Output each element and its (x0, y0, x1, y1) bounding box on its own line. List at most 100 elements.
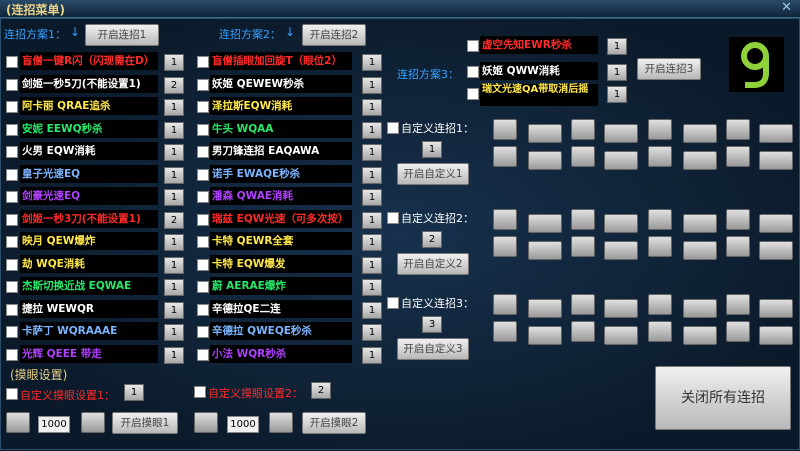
custom-combo-key-slot[interactable] (726, 119, 750, 140)
scheme1-checkbox[interactable] (6, 258, 18, 271)
custom-combo-key-slot[interactable] (528, 214, 562, 233)
custom-combo-checkbox[interactable] (387, 122, 399, 134)
custom-combo-key-slot[interactable] (604, 241, 638, 260)
eye-set2-key-a[interactable] (194, 412, 218, 433)
eye-set1-key-a[interactable] (6, 412, 30, 433)
scheme2-row-value[interactable]: 1 (362, 324, 382, 341)
custom-combo-key-slot[interactable] (493, 119, 517, 140)
scheme2-checkbox[interactable] (197, 326, 209, 338)
custom-combo-key-slot[interactable] (759, 124, 793, 143)
scheme1-row-value[interactable]: 2 (164, 76, 184, 94)
custom-combo-key-slot[interactable] (683, 299, 717, 318)
eye-set1-checkbox[interactable] (6, 388, 18, 400)
custom-combo-key-slot[interactable] (648, 321, 672, 342)
scheme2-row-value[interactable]: 1 (362, 234, 382, 251)
scheme1-row-value[interactable]: 1 (164, 324, 184, 341)
custom-combo-key-slot[interactable] (759, 299, 793, 318)
enable-combo3-button[interactable]: 开启连招3 (637, 58, 701, 80)
custom-combo-value[interactable]: 2 (422, 231, 442, 248)
scheme3-row-value[interactable]: 1 (607, 86, 627, 103)
custom-combo-key-slot[interactable] (528, 151, 562, 170)
custom-combo-key-slot[interactable] (604, 214, 638, 233)
scheme1-checkbox[interactable] (6, 236, 18, 248)
scheme3-row-value[interactable]: 1 (607, 38, 627, 55)
eye-set1-value[interactable]: 1 (124, 384, 144, 401)
enable-custom-combo-button[interactable]: 开启自定义3 (397, 338, 469, 360)
scheme2-row-value[interactable]: 1 (362, 54, 382, 71)
scheme2-row-value[interactable]: 1 (362, 121, 382, 139)
scheme3-row-value[interactable]: 1 (607, 64, 627, 81)
scheme1-row-value[interactable]: 1 (164, 234, 184, 251)
custom-combo-key-slot[interactable] (726, 209, 750, 230)
scheme2-row-value[interactable]: 1 (362, 301, 382, 319)
custom-combo-key-slot[interactable] (571, 119, 595, 140)
custom-combo-key-slot[interactable] (648, 146, 672, 167)
scheme2-row-value[interactable]: 1 (362, 211, 382, 229)
scheme1-row-value[interactable]: 2 (164, 211, 184, 229)
scheme1-checkbox[interactable] (6, 348, 18, 361)
custom-combo-key-slot[interactable] (648, 209, 672, 230)
custom-combo-key-slot[interactable] (683, 326, 717, 345)
custom-combo-key-slot[interactable] (759, 326, 793, 345)
scheme1-checkbox[interactable] (6, 168, 18, 181)
custom-combo-checkbox[interactable] (387, 297, 399, 309)
custom-combo-key-slot[interactable] (648, 236, 672, 257)
custom-combo-checkbox[interactable] (387, 212, 399, 224)
enable-custom-combo-button[interactable]: 开启自定义1 (397, 163, 469, 185)
close-all-combos-button[interactable]: 关闭所有连招 (655, 366, 791, 430)
custom-combo-key-slot[interactable] (571, 146, 595, 167)
custom-combo-key-slot[interactable] (493, 294, 517, 315)
scheme2-checkbox[interactable] (197, 213, 209, 226)
custom-combo-key-slot[interactable] (726, 236, 750, 257)
scheme2-row-value[interactable]: 1 (362, 256, 382, 274)
custom-combo-key-slot[interactable] (726, 321, 750, 342)
enable-eye1-button[interactable]: 开启摸眼1 (112, 412, 178, 434)
custom-combo-key-slot[interactable] (726, 146, 750, 167)
scheme2-row-value[interactable]: 1 (362, 166, 382, 184)
scheme1-row-value[interactable]: 1 (164, 144, 184, 161)
scheme1-checkbox[interactable] (6, 303, 18, 316)
scheme1-checkbox[interactable] (6, 56, 18, 68)
scheme2-checkbox[interactable] (197, 303, 209, 316)
scheme2-checkbox[interactable] (197, 123, 209, 136)
custom-combo-key-slot[interactable] (683, 151, 717, 170)
custom-combo-key-slot[interactable] (759, 151, 793, 170)
scheme1-row-value[interactable]: 1 (164, 346, 184, 364)
eye-set2-delay-input[interactable]: 1000 (227, 416, 259, 433)
scheme2-row-value[interactable]: 1 (362, 76, 382, 94)
scheme2-checkbox[interactable] (197, 101, 209, 113)
eye-set2-value[interactable]: 2 (311, 382, 331, 399)
eye-set1-key-b[interactable] (81, 412, 105, 433)
eye-set2-checkbox[interactable] (194, 386, 206, 398)
scheme2-row-value[interactable]: 1 (362, 189, 382, 206)
custom-combo-key-slot[interactable] (604, 326, 638, 345)
custom-combo-key-slot[interactable] (726, 294, 750, 315)
scheme1-row-value[interactable]: 1 (164, 166, 184, 184)
scheme3-checkbox[interactable] (467, 66, 479, 78)
eye-set2-key-b[interactable] (269, 412, 293, 433)
custom-combo-key-slot[interactable] (528, 241, 562, 260)
scheme2-checkbox[interactable] (197, 281, 209, 293)
custom-combo-key-slot[interactable] (759, 241, 793, 260)
scheme1-row-value[interactable]: 1 (164, 121, 184, 139)
custom-combo-key-slot[interactable] (604, 124, 638, 143)
scheme1-row-value[interactable]: 1 (164, 99, 184, 116)
scheme1-row-value[interactable]: 1 (164, 301, 184, 319)
scheme2-checkbox[interactable] (197, 258, 209, 271)
custom-combo-key-slot[interactable] (648, 119, 672, 140)
custom-combo-key-slot[interactable] (493, 321, 517, 342)
custom-combo-key-slot[interactable] (528, 124, 562, 143)
scheme2-checkbox[interactable] (197, 236, 209, 248)
enable-eye2-button[interactable]: 开启摸眼2 (302, 412, 366, 434)
scheme2-row-value[interactable]: 1 (362, 99, 382, 116)
custom-combo-key-slot[interactable] (571, 321, 595, 342)
enable-combo1-button[interactable]: 开启连招1 (85, 24, 159, 46)
scheme1-checkbox[interactable] (6, 146, 18, 158)
scheme1-checkbox[interactable] (6, 281, 18, 293)
scheme1-checkbox[interactable] (6, 123, 18, 136)
scheme2-checkbox[interactable] (197, 348, 209, 361)
custom-combo-key-slot[interactable] (571, 209, 595, 230)
scheme1-row-value[interactable]: 1 (164, 54, 184, 71)
scheme1-row-value[interactable]: 1 (164, 279, 184, 296)
custom-combo-key-slot[interactable] (528, 326, 562, 345)
